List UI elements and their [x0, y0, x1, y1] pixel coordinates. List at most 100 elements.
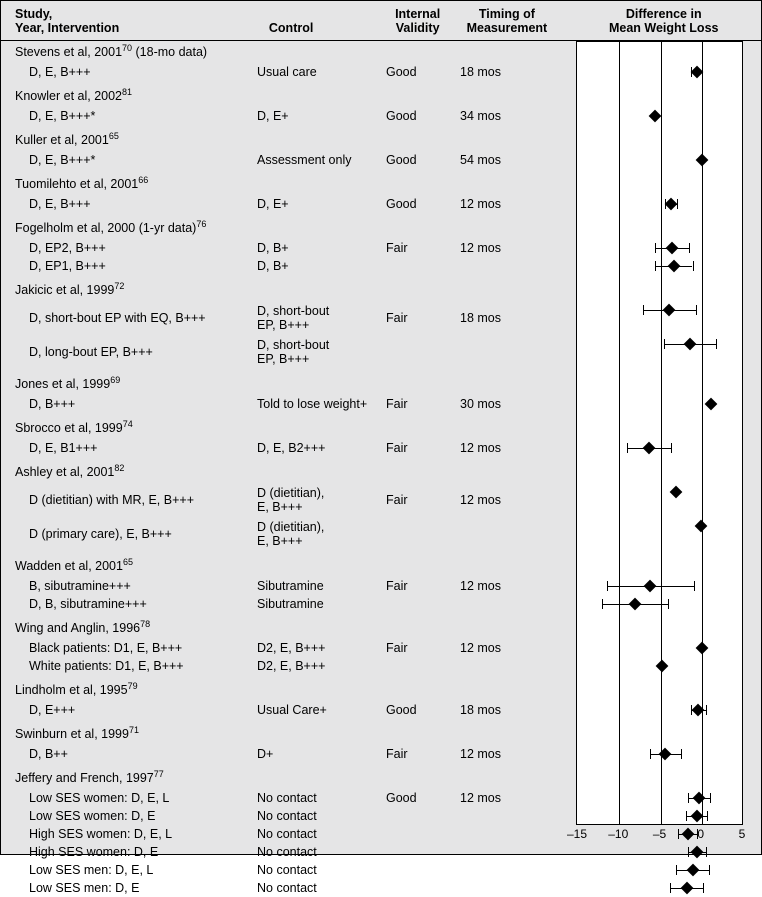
ci-cap	[643, 305, 644, 315]
ci-cap	[668, 599, 669, 609]
ci-cap	[678, 829, 679, 839]
cell-control: D+	[257, 747, 372, 761]
table-row: D, E, B+++*Assessment onlyGood54 mos	[1, 151, 762, 169]
cell-validity: Fair	[372, 579, 442, 593]
cell-validity: Fair	[372, 747, 442, 761]
cell-validity: Fair	[372, 397, 442, 411]
table-row: D, short-bout EP with EQ, B+++D, short-b…	[1, 301, 762, 335]
ci-cap	[693, 261, 694, 271]
study-group-title: Fogelholm et al, 2000 (1-yr data)76	[15, 221, 206, 235]
cell-control: Told to lose weight+	[257, 397, 372, 411]
cell-validity: Fair	[372, 493, 442, 507]
cell-control: Sibutramine	[257, 597, 372, 611]
table-row: White patients: D1, E, B+++D2, E, B+++	[1, 657, 762, 675]
ci-cap	[689, 243, 690, 253]
cell-timing: 18 mos	[442, 311, 552, 325]
cell-intervention: D, E, B+++	[1, 65, 257, 79]
cell-timing: 18 mos	[442, 703, 552, 717]
ci-cap	[697, 829, 698, 839]
cell-validity: Fair	[372, 241, 442, 255]
cell-validity: Good	[372, 703, 442, 717]
study-group-title: Stevens et al, 200170 (18-mo data)	[15, 45, 207, 59]
table-row: D, E+++Usual Care+Good18 mos	[1, 701, 762, 719]
ci-cap	[688, 793, 689, 803]
cell-intervention: White patients: D1, E, B+++	[1, 659, 257, 673]
cell-intervention: D, E+++	[1, 703, 257, 717]
ci-cap	[627, 443, 628, 453]
cell-control: Sibutramine	[257, 579, 372, 593]
cell-control: No contact	[257, 827, 372, 841]
table-row: D (primary care), E, B+++D (dietitian),E…	[1, 517, 762, 551]
cell-validity: Good	[372, 153, 442, 167]
cell-timing: 12 mos	[442, 197, 552, 211]
cell-timing: 12 mos	[442, 241, 552, 255]
cell-validity: Fair	[372, 311, 442, 325]
cell-control: D, E+	[257, 197, 372, 211]
cell-timing: 12 mos	[442, 747, 552, 761]
table-row: D (dietitian) with MR, E, B+++D (dietiti…	[1, 483, 762, 517]
cell-intervention: D, E, B+++	[1, 197, 257, 211]
cell-validity: Good	[372, 109, 442, 123]
cell-control: No contact	[257, 791, 372, 805]
cell-timing: 12 mos	[442, 579, 552, 593]
cell-control: Assessment only	[257, 153, 372, 167]
cell-control: D2, E, B+++	[257, 659, 372, 673]
cell-validity: Fair	[372, 441, 442, 455]
cell-intervention: D, EP2, B+++	[1, 241, 257, 255]
table-row: Low SES women: D, E, LNo contactGood12 m…	[1, 789, 762, 807]
table-row: D, B++D+Fair12 mos	[1, 745, 762, 763]
cell-control: D, short-boutEP, B+++	[257, 304, 372, 332]
header-study: Study,Year, Intervention	[15, 7, 269, 36]
study-group-title: Sbrocco et al, 199974	[15, 421, 133, 435]
study-group-title: Tuomilehto et al, 200166	[15, 177, 148, 191]
ci-cap	[710, 793, 711, 803]
ci-cap	[681, 749, 682, 759]
table-row: D, long-bout EP, B+++D, short-boutEP, B+…	[1, 335, 762, 369]
header-control: Control	[269, 21, 383, 35]
ci-cap	[650, 749, 651, 759]
cell-intervention: D, E, B+++*	[1, 109, 257, 123]
ci-cap	[703, 883, 704, 893]
cell-control: D, B+	[257, 241, 372, 255]
study-group-title: Jones et al, 199969	[15, 377, 120, 391]
study-group-title: Ashley et al, 200182	[15, 465, 124, 479]
cell-intervention: B, sibutramine+++	[1, 579, 257, 593]
cell-control: D (dietitian),E, B+++	[257, 486, 372, 514]
study-group-title: Jeffery and French, 199777	[15, 771, 164, 785]
cell-timing: 12 mos	[442, 641, 552, 655]
cell-control: D, short-boutEP, B+++	[257, 338, 372, 366]
ci-cap	[671, 443, 672, 453]
ci-cap	[706, 705, 707, 715]
cell-validity: Good	[372, 65, 442, 79]
ci-cap	[707, 811, 708, 821]
ci-cap	[706, 847, 707, 857]
ci-cap	[694, 581, 695, 591]
table-row: D, EP1, B+++D, B+	[1, 257, 762, 275]
table-row: High SES women: D, E, LNo contact	[1, 825, 762, 843]
cell-intervention: D, B++	[1, 747, 257, 761]
cell-control: D, E+	[257, 109, 372, 123]
cell-intervention: High SES women: D, E	[1, 845, 257, 859]
cell-intervention: High SES women: D, E, L	[1, 827, 257, 841]
study-group-title: Lindholm et al, 199579	[15, 683, 138, 697]
study-group-title: Wing and Anglin, 199678	[15, 621, 150, 635]
ci-cap	[655, 243, 656, 253]
cell-control: D, B+	[257, 259, 372, 273]
table-row: Low SES men: D, E, LNo contact	[1, 861, 762, 879]
cell-timing: 34 mos	[442, 109, 552, 123]
study-group-title: Knowler et al, 200281	[15, 89, 132, 103]
cell-control: No contact	[257, 863, 372, 877]
header-validity: InternalValidity	[383, 7, 452, 36]
cell-intervention: Low SES men: D, E	[1, 881, 257, 895]
table-row: High SES women: D, ENo contact	[1, 843, 762, 861]
study-group-title: Swinburn et al, 199971	[15, 727, 139, 741]
ci-cap	[602, 599, 603, 609]
cell-intervention: D, B, sibutramine+++	[1, 597, 257, 611]
header-plot: Difference inMean Weight Loss	[561, 7, 751, 36]
cell-control: Usual Care+	[257, 703, 372, 717]
cell-intervention: D (dietitian) with MR, E, B+++	[1, 493, 257, 507]
ci-cap	[655, 261, 656, 271]
table-row: D, EP2, B+++D, B+Fair12 mos	[1, 239, 762, 257]
cell-control: No contact	[257, 845, 372, 859]
cell-timing: 30 mos	[442, 397, 552, 411]
